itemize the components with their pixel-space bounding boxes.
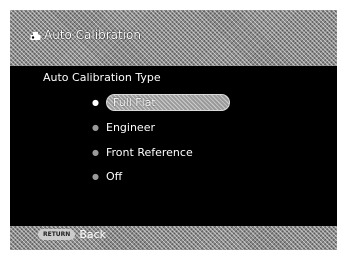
bullet-icon: ● [92,122,99,132]
option-full-flat[interactable]: ● Full Flat [92,93,230,111]
option-label: Full Flat [106,93,230,111]
option-label: Front Reference [106,145,193,159]
page-title-text: Auto Calibration [44,28,141,42]
section-label: Auto Calibration Type [43,71,161,84]
return-key-icon: RETURN [38,229,76,240]
bullet-icon: ● [92,147,99,157]
option-off[interactable]: ● Off [92,167,122,185]
option-engineer[interactable]: ● Engineer [92,118,155,136]
bullet-icon: ● [92,171,99,181]
option-label: Off [106,169,123,183]
footer-hint: RETURN Back [38,228,106,241]
option-front-reference[interactable]: ● Front Reference [92,143,193,161]
osd-menu [10,10,337,250]
selected-bullet-icon: ● [92,97,99,107]
page-title: Auto Calibration [30,28,141,42]
projector-icon [30,30,41,40]
screen: Auto Calibration Auto Calibration Type ●… [0,0,349,258]
back-label[interactable]: Back [79,228,106,241]
option-label: Engineer [106,120,155,134]
